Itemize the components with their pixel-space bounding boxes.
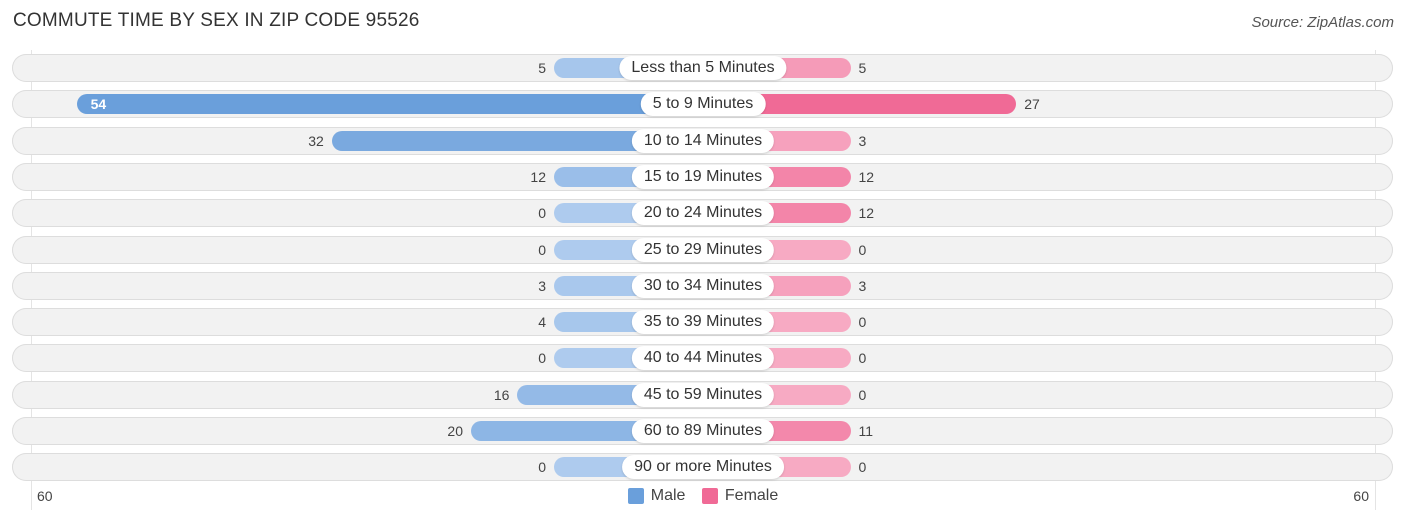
value-label-male: 54 (90, 96, 107, 113)
legend-item-female: Female (701, 487, 779, 505)
category-label: 60 to 89 Minutes (631, 419, 775, 443)
legend-label-male: Male (650, 487, 686, 504)
category-label: Less than 5 Minutes (619, 56, 787, 80)
value-label-female: 3 (858, 132, 867, 149)
category-label: 25 to 29 Minutes (631, 237, 775, 262)
category-label: 30 to 34 Minutes (631, 273, 775, 298)
category-label: 10 to 14 Minutes (631, 128, 775, 153)
value-label-female: 0 (858, 386, 867, 403)
category-label: 5 to 9 Minutes (640, 92, 766, 117)
category-label: 40 to 44 Minutes (631, 346, 775, 371)
value-label-male: 0 (538, 205, 546, 222)
value-label-male: 0 (538, 241, 546, 258)
source-label: Source: ZipAtlas.com (1251, 14, 1394, 31)
legend-swatch-female (701, 488, 718, 504)
value-label-male: 20 (447, 423, 463, 439)
category-label: 20 to 24 Minutes (631, 201, 775, 226)
value-label-female: 12 (858, 168, 875, 185)
value-label-male: 16 (493, 386, 510, 403)
category-label: 45 to 59 Minutes (631, 382, 775, 407)
value-label-male: 0 (538, 459, 546, 476)
value-label-female: 12 (858, 205, 875, 222)
value-label-male: 0 (538, 350, 546, 367)
value-label-male: 3 (538, 277, 546, 294)
value-label-female: 0 (858, 241, 867, 258)
value-label-male: 32 (308, 132, 324, 149)
legend-item-male: Male (627, 487, 686, 505)
legend-label-female: Female (724, 487, 779, 504)
legend: Male Female (0, 487, 1406, 509)
value-label-male: 12 (530, 168, 546, 185)
category-label: 35 to 39 Minutes (631, 310, 775, 335)
value-label-female: 0 (858, 350, 867, 367)
bar-male (76, 94, 703, 115)
category-label: 15 to 19 Minutes (631, 164, 775, 189)
value-label-female: 5 (858, 60, 867, 76)
value-label-female: 11 (858, 423, 874, 439)
category-label: 90 or more Minutes (622, 455, 784, 480)
value-label-female: 3 (858, 277, 867, 294)
value-label-female: 0 (858, 314, 867, 331)
value-label-female: 27 (1024, 96, 1040, 113)
value-label-male: 4 (538, 314, 546, 331)
legend-swatch-male (627, 488, 644, 504)
value-label-male: 5 (538, 60, 546, 76)
chart-root: COMMUTE TIME BY SEX IN ZIP CODE 95526 So… (0, 0, 1406, 522)
value-label-female: 0 (858, 459, 867, 476)
chart-title: COMMUTE TIME BY SEX IN ZIP CODE 95526 (13, 10, 420, 31)
